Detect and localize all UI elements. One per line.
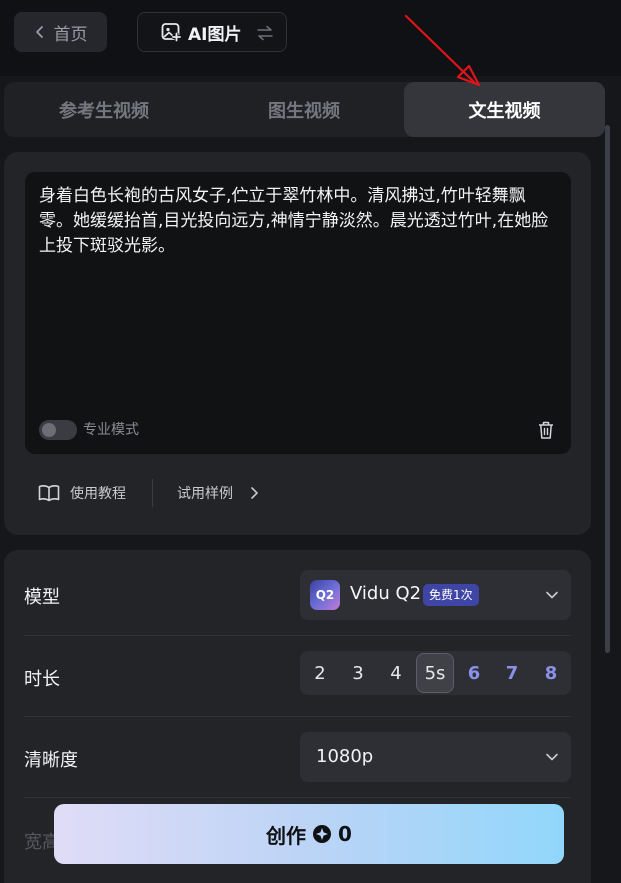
ai-image-label: AI图片 [188, 24, 242, 45]
model-logo: Q2 [310, 580, 340, 610]
pro-mode-label: 专业模式 [83, 422, 139, 438]
free-badge: 免费1次 [423, 584, 479, 606]
credit-icon [313, 825, 332, 843]
book-icon [38, 485, 60, 502]
chevron-down-icon [546, 753, 558, 761]
back-home-label: 首页 [53, 24, 88, 45]
resolution-value: 1080p [316, 746, 374, 767]
try-sample-link[interactable]: 试用样例 [177, 483, 233, 503]
row-divider [24, 797, 571, 798]
model-select[interactable]: Q2 Vidu Q2 免费1次 [300, 570, 571, 620]
duration-option[interactable]: 2 [301, 651, 339, 695]
create-button[interactable]: 创作 0 [54, 804, 564, 864]
duration-option[interactable]: 6 [455, 651, 493, 695]
create-label: 创作 [266, 823, 307, 848]
row-divider [24, 635, 571, 636]
chevron-left-icon [35, 26, 43, 38]
video-generator-panel: 首页 AI图片 参考生视频 图生视频 文生视频 身着白色长袍的古风女子,伫立于翠… [0, 0, 621, 883]
image-generate-icon [161, 23, 181, 42]
create-cost: 0 [338, 822, 352, 846]
scrollbar[interactable] [605, 125, 610, 653]
duration-selector: 2 3 4 5s 6 7 8 [300, 651, 571, 695]
tutorial-link[interactable]: 使用教程 [70, 483, 126, 503]
swap-icon [257, 25, 273, 41]
resolution-select[interactable]: 1080p [300, 732, 571, 782]
annotation-arrow-icon [404, 14, 481, 87]
resolution-label: 清晰度 [24, 750, 78, 771]
duration-option[interactable]: 4 [377, 651, 415, 695]
chevron-right-icon [251, 487, 258, 499]
duration-option[interactable]: 8 [532, 651, 570, 695]
chevron-down-icon [546, 591, 558, 599]
mode-tabs: 参考生视频 图生视频 文生视频 [4, 82, 605, 137]
duration-option[interactable]: 7 [493, 651, 531, 695]
model-name: Vidu Q2 [350, 583, 422, 604]
model-label: 模型 [24, 587, 60, 608]
trash-icon[interactable] [537, 420, 555, 440]
duration-option-selected[interactable]: 5s [416, 653, 454, 693]
toggle-knob [42, 423, 56, 437]
ai-image-switch-button[interactable]: AI图片 [137, 12, 287, 52]
prompt-card: 身着白色长袍的古风女子,伫立于翠竹林中。清风拂过,竹叶轻舞飘零。她缓缓抬首,目光… [4, 152, 591, 535]
helper-divider [152, 479, 153, 507]
back-home-button[interactable]: 首页 [14, 12, 107, 52]
pro-mode-toggle[interactable] [39, 420, 77, 440]
tab-reference-to-video[interactable]: 参考生视频 [4, 82, 204, 137]
prompt-textarea[interactable]: 身着白色长袍的古风女子,伫立于翠竹林中。清风拂过,竹叶轻舞飘零。她缓缓抬首,目光… [25, 172, 571, 454]
duration-option[interactable]: 3 [339, 651, 377, 695]
duration-label: 时长 [24, 669, 60, 690]
tab-image-to-video[interactable]: 图生视频 [204, 82, 404, 137]
row-divider [24, 716, 571, 717]
helper-row: 使用教程 试用样例 [38, 479, 259, 507]
top-bar: 首页 AI图片 [0, 0, 621, 76]
prompt-text[interactable]: 身着白色长袍的古风女子,伫立于翠竹林中。清风拂过,竹叶轻舞飘零。她缓缓抬首,目光… [39, 184, 559, 259]
